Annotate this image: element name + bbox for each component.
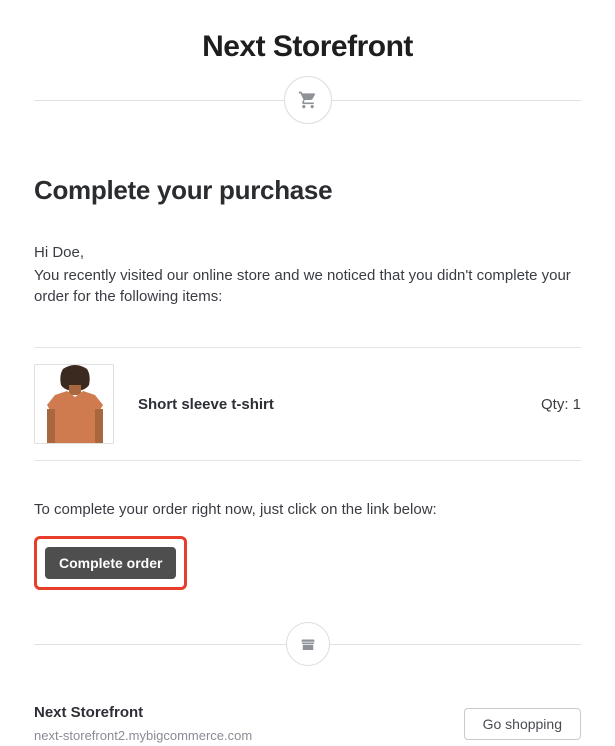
header-divider bbox=[34, 76, 581, 126]
storefront-icon bbox=[286, 622, 330, 666]
cta-highlight: Complete order bbox=[34, 536, 187, 590]
intro-text: You recently visited our online store an… bbox=[34, 265, 581, 307]
complete-order-button[interactable]: Complete order bbox=[45, 547, 176, 579]
footer-domain: next-storefront2.mybigcommerce.com bbox=[34, 727, 252, 745]
product-name: Short sleeve t-shirt bbox=[138, 394, 541, 415]
footer-row: Next Storefront next-storefront2.mybigco… bbox=[34, 702, 581, 745]
footer-store-name: Next Storefront bbox=[34, 702, 252, 723]
cart-icon bbox=[284, 76, 332, 124]
store-title: Next Storefront bbox=[34, 26, 581, 68]
greeting-text: Hi Doe, bbox=[34, 242, 581, 263]
product-qty: Qty: 1 bbox=[541, 394, 581, 415]
footer-divider bbox=[34, 622, 581, 666]
page-heading: Complete your purchase bbox=[34, 172, 581, 208]
product-thumbnail bbox=[34, 364, 114, 444]
instruction-text: To complete your order right now, just c… bbox=[34, 499, 581, 520]
cart-item-row: Short sleeve t-shirt Qty: 1 bbox=[34, 347, 581, 461]
go-shopping-button[interactable]: Go shopping bbox=[464, 708, 581, 740]
